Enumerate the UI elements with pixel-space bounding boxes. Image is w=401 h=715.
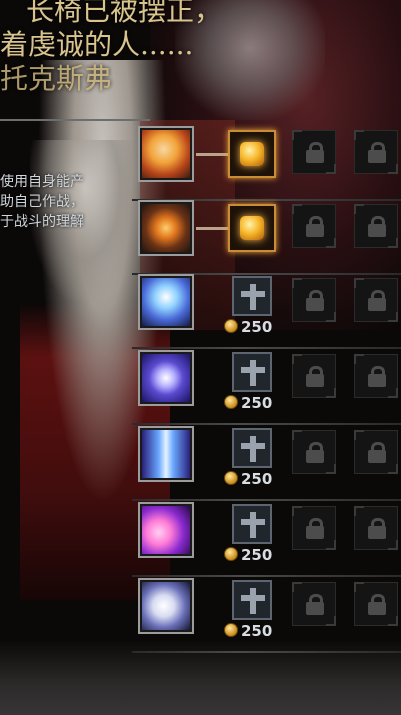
locked-slot[interactable] — [292, 506, 336, 550]
cost-value: 250 — [241, 622, 273, 640]
upgrade-cost: 250 — [224, 318, 272, 336]
locked-slot[interactable] — [292, 204, 336, 248]
locked-slot[interactable] — [354, 354, 398, 398]
upgrade-cost: 250 — [224, 546, 272, 564]
skill-row: 250 — [132, 576, 401, 653]
skill-icon-ice-shards[interactable] — [138, 426, 194, 482]
locked-slot[interactable] — [292, 130, 336, 174]
coin-icon — [224, 395, 238, 409]
skill-row: 250 — [132, 348, 401, 425]
locked-slot[interactable] — [292, 354, 336, 398]
locked-slot[interactable] — [292, 582, 336, 626]
upgrade-cross-icon — [250, 512, 256, 538]
skill-list: 250 250 250 250 250 — [0, 0, 401, 715]
locked-slot[interactable] — [292, 278, 336, 322]
coin-icon — [224, 547, 238, 561]
cost-value: 250 — [241, 470, 273, 488]
locked-slot[interactable] — [292, 430, 336, 474]
skill-row: 250 — [132, 272, 401, 349]
locked-slot[interactable] — [354, 430, 398, 474]
skill-row: 250 — [132, 424, 401, 501]
skill-connector — [196, 227, 230, 230]
skill-icon-flame-swordsman[interactable] — [138, 126, 194, 182]
upgrade-cross-icon — [250, 436, 256, 462]
locked-slot[interactable] — [354, 506, 398, 550]
skill-row — [132, 124, 401, 201]
locked-slot[interactable] — [354, 278, 398, 322]
active-slot[interactable] — [228, 130, 276, 178]
cost-value: 250 — [241, 318, 273, 336]
upgrade-cost: 250 — [224, 470, 272, 488]
coin-icon — [224, 319, 238, 333]
upgrade-slot[interactable] — [232, 428, 272, 468]
active-slot[interactable] — [228, 204, 276, 252]
upgrade-slot[interactable] — [232, 352, 272, 392]
orange-gem-icon — [240, 216, 264, 240]
upgrade-cross-icon — [250, 284, 256, 310]
upgrade-cross-icon — [250, 588, 256, 614]
upgrade-cross-icon — [250, 360, 256, 386]
skill-icon-white-haired[interactable] — [138, 274, 194, 330]
skill-connector — [196, 153, 230, 156]
locked-slot[interactable] — [354, 130, 398, 174]
coin-icon — [224, 623, 238, 637]
upgrade-cost: 250 — [224, 394, 272, 412]
upgrade-slot[interactable] — [232, 504, 272, 544]
skill-icon-fire-blade[interactable] — [138, 200, 194, 256]
skill-row: 250 — [132, 500, 401, 577]
upgrade-slot[interactable] — [232, 580, 272, 620]
skill-icon-crescent[interactable] — [138, 502, 194, 558]
upgrade-cost: 250 — [224, 622, 272, 640]
cost-value: 250 — [241, 394, 273, 412]
orange-gem-icon — [240, 142, 264, 166]
skill-row — [132, 198, 401, 275]
upgrade-slot[interactable] — [232, 276, 272, 316]
locked-slot[interactable] — [354, 204, 398, 248]
skill-icon-vortex[interactable] — [138, 350, 194, 406]
skill-icon-white-moon[interactable] — [138, 578, 194, 634]
locked-slot[interactable] — [354, 582, 398, 626]
coin-icon — [224, 471, 238, 485]
cost-value: 250 — [241, 546, 273, 564]
